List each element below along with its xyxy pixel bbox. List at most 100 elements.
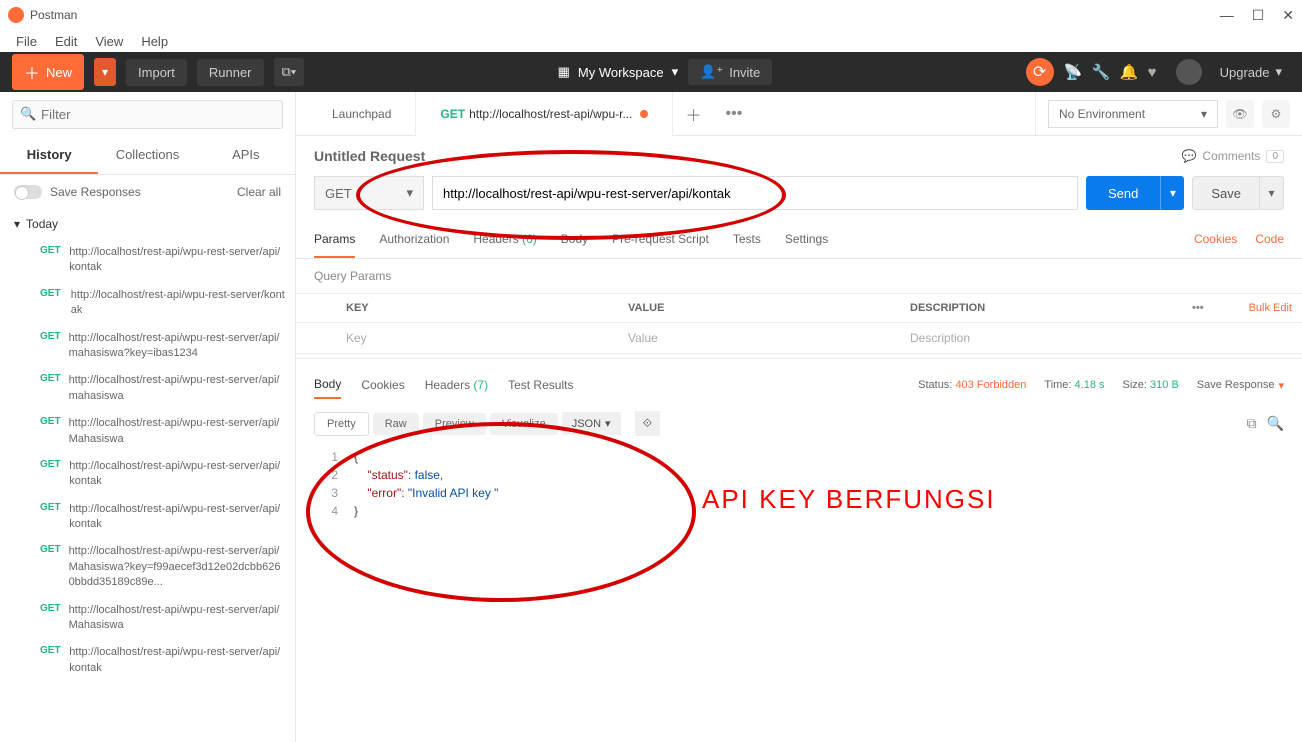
rtab-body[interactable]: Body: [561, 222, 588, 258]
invite-button[interactable]: 👤⁺ Invite: [688, 59, 772, 85]
maximize-icon[interactable]: ☐: [1252, 7, 1265, 24]
new-button[interactable]: ＋New: [12, 54, 84, 90]
workspace-switcher[interactable]: ▦ My Workspace ▾: [558, 64, 679, 80]
code-link[interactable]: Code: [1255, 222, 1284, 258]
history-method: GET: [40, 288, 63, 319]
param-value-input[interactable]: Value: [618, 323, 900, 353]
tab-request-active[interactable]: GET http://localhost/rest-api/wpu-r...: [416, 92, 673, 136]
param-key-input[interactable]: Key: [336, 323, 618, 353]
close-icon[interactable]: ✕: [1282, 7, 1294, 24]
param-table: KEY VALUE DESCRIPTION ••• Bulk Edit Key …: [296, 293, 1302, 354]
import-button[interactable]: Import: [126, 59, 187, 86]
sync-icon[interactable]: ⟳: [1026, 58, 1054, 86]
menu-edit[interactable]: Edit: [47, 32, 85, 51]
rtab-headers[interactable]: Headers (6): [473, 222, 536, 258]
send-button[interactable]: Send: [1086, 176, 1160, 210]
wrap-icon[interactable]: ⟐: [635, 411, 660, 436]
method-select[interactable]: GET▾: [314, 176, 424, 210]
tab-history[interactable]: History: [0, 137, 98, 174]
search-icon: 🔍: [20, 106, 36, 122]
history-item[interactable]: GET http://localhost/rest-api/wpu-rest-se…: [0, 239, 295, 282]
history-item[interactable]: GEThttp://localhost/rest-api/wpu-rest-se…: [0, 496, 295, 539]
unsaved-dot-icon: [640, 110, 648, 118]
history-item[interactable]: GEThttp://localhost/rest-api/wpu-rest-se…: [0, 367, 295, 410]
cookies-link[interactable]: Cookies: [1194, 222, 1237, 258]
menu-view[interactable]: View: [87, 32, 131, 51]
avatar[interactable]: [1176, 59, 1202, 85]
param-desc-input[interactable]: Description: [900, 323, 1182, 353]
history-item[interactable]: GET http://localhost/rest-api/wpu-rest-se…: [0, 410, 295, 453]
new-dropdown[interactable]: ▾: [94, 58, 116, 86]
rtab-params[interactable]: Params: [314, 222, 355, 258]
history-group-today[interactable]: ▾ Today: [0, 209, 295, 239]
tab-collections[interactable]: Collections: [98, 137, 196, 174]
history-method: GET: [40, 331, 61, 362]
rtab-settings[interactable]: Settings: [785, 222, 828, 258]
open-new-button[interactable]: ⧉▾: [274, 58, 305, 86]
th-key: KEY: [336, 294, 618, 322]
menu-file[interactable]: File: [8, 32, 45, 51]
tab-add-button[interactable]: ＋: [673, 102, 713, 126]
rtab-prerequest[interactable]: Pre-request Script: [612, 222, 709, 258]
top-row: Launchpad GET http://localhost/rest-api/…: [296, 92, 1302, 136]
resp-tab-headers[interactable]: Headers (7): [425, 372, 488, 398]
request-tabs: Params Authorization Headers (6) Body Pr…: [296, 222, 1302, 259]
satellite-icon[interactable]: 📡: [1064, 63, 1082, 81]
resp-tab-cookies[interactable]: Cookies: [361, 372, 404, 398]
wrench-icon[interactable]: 🔧: [1092, 63, 1110, 81]
history-method: GET: [40, 544, 61, 590]
history-method: GET: [40, 603, 61, 634]
history-item[interactable]: GEThttp://localhost/rest-api/wpu-rest-se…: [0, 597, 295, 640]
rtab-auth[interactable]: Authorization: [379, 222, 449, 258]
bell-icon[interactable]: 🔔: [1120, 63, 1138, 81]
view-preview[interactable]: Preview: [423, 413, 486, 435]
history-item[interactable]: GEThttp://localhost/rest-api/wpu-rest-se…: [0, 453, 295, 496]
send-dropdown[interactable]: ▾: [1160, 176, 1184, 210]
env-preview-icon[interactable]: 👁: [1226, 100, 1254, 128]
history-url: http://localhost/rest-api/wpu-rest-serve…: [69, 502, 285, 533]
rtab-tests[interactable]: Tests: [733, 222, 761, 258]
resp-tab-body[interactable]: Body: [314, 371, 341, 399]
th-more[interactable]: •••: [1182, 294, 1222, 322]
settings-gear-icon[interactable]: ⚙: [1262, 100, 1290, 128]
history-item[interactable]: GET http://localhost/rest-api/wpu-rest-se…: [0, 325, 295, 368]
bulk-edit-link[interactable]: Bulk Edit: [1222, 294, 1302, 322]
resp-tab-testresults[interactable]: Test Results: [508, 372, 573, 398]
format-select[interactable]: JSON ▾: [562, 412, 621, 435]
menu-help[interactable]: Help: [133, 32, 176, 51]
minimize-icon[interactable]: —: [1220, 7, 1234, 24]
history-url: http://localhost/rest-api/wpu-rest-serve…: [69, 245, 285, 276]
copy-icon[interactable]: ⧉: [1247, 415, 1257, 432]
history-method: GET: [40, 416, 61, 447]
history-url: http://localhost/rest-api/wpu-rest-serve…: [69, 373, 285, 404]
search-response-icon[interactable]: 🔍: [1267, 415, 1284, 432]
filter-input[interactable]: [12, 100, 283, 129]
upgrade-button[interactable]: Upgrade▾: [1212, 60, 1290, 84]
tab-more-button[interactable]: •••: [713, 105, 754, 123]
save-response-button[interactable]: Save Response ▾: [1197, 367, 1284, 403]
history-url: http://localhost/rest-api/wpu-rest-serve…: [69, 416, 285, 447]
view-raw[interactable]: Raw: [373, 413, 419, 435]
tab-launchpad[interactable]: Launchpad: [308, 92, 416, 136]
save-responses-toggle[interactable]: [14, 185, 42, 199]
comments-button[interactable]: 💬 Comments 0: [1181, 149, 1284, 163]
heart-icon[interactable]: ♥: [1148, 64, 1166, 81]
sidebar-tabs: History Collections APIs: [0, 137, 295, 175]
runner-button[interactable]: Runner: [197, 59, 264, 86]
postman-logo-icon: [8, 7, 24, 23]
save-button[interactable]: Save: [1192, 176, 1260, 210]
history-item[interactable]: GEThttp://localhost/rest-api/wpu-rest-se…: [0, 538, 295, 596]
url-input[interactable]: [432, 176, 1078, 210]
save-dropdown[interactable]: ▾: [1260, 176, 1284, 210]
history-url: http://localhost/rest-api/wpu-rest-serve…: [69, 331, 285, 362]
view-visualize[interactable]: Visualize: [490, 413, 558, 435]
th-value: VALUE: [618, 294, 900, 322]
history-item[interactable]: GEThttp://localhost/rest-api/wpu-rest-se…: [0, 282, 295, 325]
view-pretty[interactable]: Pretty: [314, 412, 369, 436]
clear-all-link[interactable]: Clear all: [237, 185, 281, 199]
tab-apis[interactable]: APIs: [197, 137, 295, 174]
history-method: GET: [40, 245, 61, 276]
environment-select[interactable]: No Environment▾: [1048, 100, 1218, 128]
history-item[interactable]: GEThttp://localhost/rest-api/wpu-rest-se…: [0, 639, 295, 682]
history-url: http://localhost/rest-api/wpu-rest-serve…: [69, 459, 285, 490]
